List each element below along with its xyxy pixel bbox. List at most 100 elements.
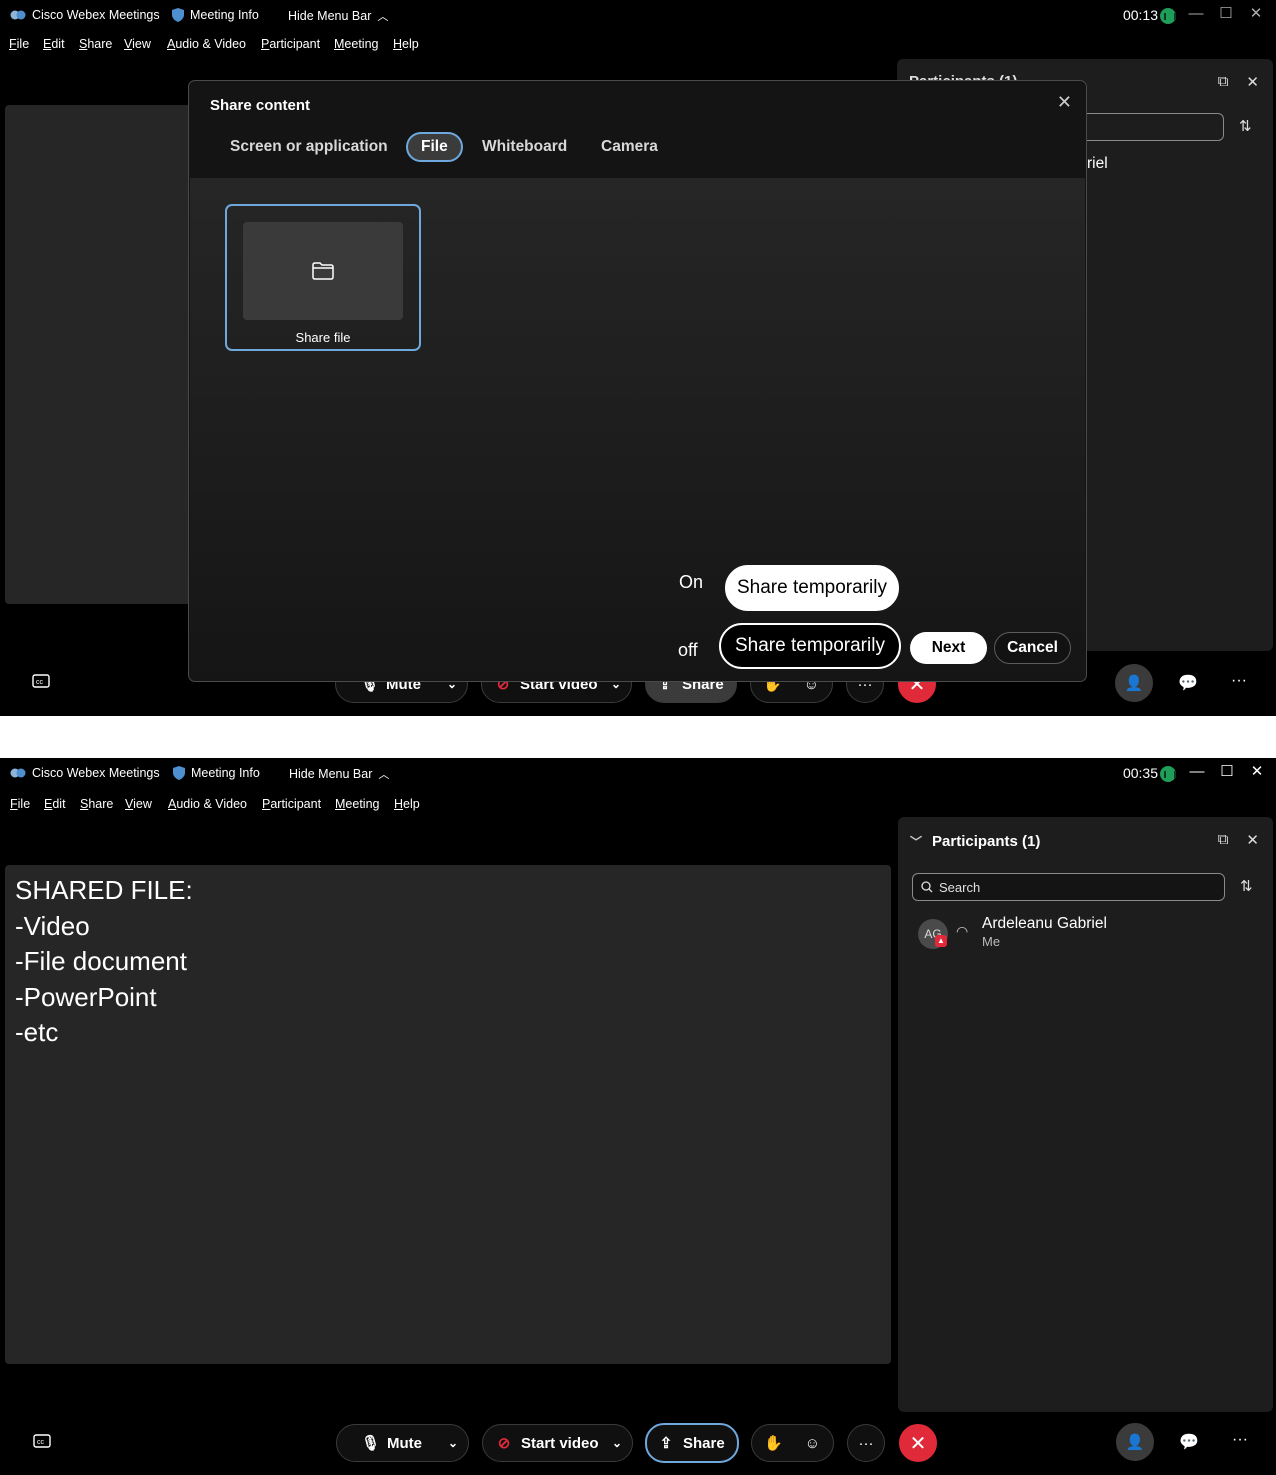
menu-share[interactable]: Share (80, 797, 113, 811)
minimize-icon[interactable]: — (1186, 4, 1206, 24)
menu-share[interactable]: Share (79, 37, 112, 51)
chat-icon[interactable]: 💬 (1178, 673, 1198, 693)
share-icon: ⇪ (659, 1435, 673, 1452)
popout-icon[interactable]: ⧉ (1218, 73, 1229, 91)
sort-icon[interactable]: ⇅ (1239, 117, 1252, 135)
sort-icon[interactable]: ⇅ (1240, 877, 1253, 895)
video-off-icon: ⊘ (497, 1435, 511, 1452)
menu-view[interactable]: View (125, 797, 152, 811)
menu-audio-video[interactable]: Audio & Video (167, 37, 246, 51)
shared-line: SHARED FILE: (15, 875, 193, 905)
menu-participant[interactable]: Participant (262, 797, 321, 811)
svg-text:cc: cc (37, 1439, 45, 1446)
next-button[interactable]: Next (910, 632, 987, 664)
popout-icon[interactable]: ⧉ (1218, 831, 1229, 849)
share-file-label: Share file (295, 330, 351, 345)
shared-line: -Video (15, 910, 90, 941)
webex-window-1: Cisco Webex Meetings Meeting Info Hide M… (0, 0, 1276, 716)
menu-help[interactable]: Help (393, 37, 419, 51)
participants-icon[interactable]: 👤 (1116, 1423, 1154, 1461)
participants-icon[interactable]: 👤 (1115, 664, 1153, 702)
captions-icon[interactable]: cc (32, 674, 50, 693)
app-title: Cisco Webex Meetings (10, 766, 160, 780)
tab-file[interactable]: File (406, 132, 463, 162)
hide-menu-bar-button[interactable]: Hide Menu Bar ︿ (289, 766, 389, 782)
close-window-icon[interactable]: ✕ (1247, 762, 1267, 782)
minimize-icon[interactable]: — (1187, 762, 1207, 782)
webex-logo-icon (10, 10, 26, 20)
menu-edit[interactable]: Edit (43, 37, 65, 51)
participant-name: Ardeleanu Gabriel (982, 915, 1107, 932)
menu-participant[interactable]: Participant (261, 37, 320, 51)
meeting-info-button[interactable]: Meeting Info (173, 766, 260, 780)
share-content-dialog: Share content ✕ Screen or application Fi… (188, 80, 1087, 682)
shield-icon (173, 766, 185, 780)
menu-file[interactable]: File (10, 797, 30, 811)
network-signal-icon (1160, 8, 1176, 24)
meeting-timer: 00:35 (1122, 765, 1158, 781)
start-video-button[interactable]: ⊘ Start video ⌄ (482, 1424, 633, 1462)
card-thumbnail (243, 222, 403, 320)
panel-icons: ⧉ ✕ (1218, 831, 1259, 849)
more-icon[interactable]: ··· (1232, 1431, 1248, 1449)
menu-edit[interactable]: Edit (44, 797, 66, 811)
shared-file-text: SHARED FILE: -Video -File document -Powe… (15, 873, 193, 1051)
sharing-badge-icon: ▲ (935, 935, 947, 947)
share-file-card[interactable]: Share file (225, 204, 421, 351)
chevron-up-icon: ︿ (378, 769, 390, 781)
app-title: Cisco Webex Meetings (10, 8, 160, 22)
title-bar: Cisco Webex Meetings Meeting Info Hide M… (0, 758, 1276, 790)
reactions-icon[interactable]: ☺ (805, 1435, 820, 1452)
tab-screen-or-application[interactable]: Screen or application (230, 132, 388, 162)
share-temporarily-off-toggle[interactable]: Share temporarily (719, 623, 901, 669)
webex-window-2: Cisco Webex Meetings Meeting Info Hide M… (0, 758, 1276, 1475)
shared-content-stage: SHARED FILE: -Video -File document -Powe… (5, 865, 891, 1364)
chevron-down-icon[interactable]: ⌄ (612, 1436, 622, 1450)
menu-help[interactable]: Help (394, 797, 420, 811)
shared-line: -etc (15, 1017, 59, 1047)
shared-line: -PowerPoint (15, 981, 157, 1012)
folder-icon (312, 262, 334, 280)
maximize-icon[interactable]: ☐ (1217, 762, 1237, 782)
close-dialog-icon[interactable]: ✕ (1057, 92, 1072, 113)
chevron-up-icon: ︿ (377, 11, 389, 23)
tab-camera[interactable]: Camera (601, 132, 658, 162)
raise-hand-icon[interactable]: ✋ (764, 1434, 783, 1452)
end-call-button[interactable]: ✕ (899, 1424, 937, 1462)
tab-whiteboard[interactable]: Whiteboard (482, 132, 567, 162)
participant-row[interactable]: AG ▲ ◠ Ardeleanu Gabriel Me (916, 915, 1246, 955)
reactions-group: ✋ ☺ (751, 1424, 834, 1462)
shared-line: -File document (15, 946, 187, 976)
close-panel-icon[interactable]: ✕ (1246, 73, 1259, 91)
captions-icon[interactable]: cc (33, 1434, 51, 1453)
hide-menu-bar-button[interactable]: Hide Menu Bar ︿ (288, 8, 388, 24)
maximize-icon[interactable]: ☐ (1216, 4, 1236, 24)
search-input[interactable]: Search (912, 873, 1225, 901)
participant-name: riel (1087, 155, 1108, 172)
more-icon[interactable]: ··· (1231, 672, 1247, 690)
title-bar: Cisco Webex Meetings Meeting Info Hide M… (0, 0, 1276, 32)
share-button[interactable]: ⇪ Share (645, 1423, 739, 1463)
headset-icon: ◠ (956, 923, 969, 939)
more-options-icon[interactable]: ··· (847, 1424, 885, 1462)
bottom-toolbar: cc 🎙 Mute ⌄ ⊘ Start video ⌄ ⇪ Share ✋ ☺ … (0, 1418, 1276, 1468)
menu-meeting[interactable]: Meeting (334, 37, 378, 51)
dialog-title: Share content (210, 97, 311, 114)
menu-view[interactable]: View (124, 37, 151, 51)
menu-file[interactable]: File (9, 37, 29, 51)
menu-meeting[interactable]: Meeting (335, 797, 379, 811)
close-window-icon[interactable]: ✕ (1246, 4, 1266, 24)
participant-role: Me (982, 934, 1001, 949)
shield-icon (172, 8, 184, 22)
svg-text:cc: cc (36, 679, 44, 686)
meeting-timer: 00:13 (1122, 7, 1158, 23)
close-panel-icon[interactable]: ✕ (1246, 831, 1259, 849)
share-temporarily-on-toggle[interactable]: Share temporarily (725, 565, 899, 611)
chat-icon[interactable]: 💬 (1179, 1432, 1199, 1452)
mute-button[interactable]: 🎙 Mute ⌄ (336, 1424, 469, 1462)
chevron-down-icon[interactable]: ⌄ (448, 1436, 458, 1450)
cancel-button[interactable]: Cancel (994, 632, 1071, 664)
menu-audio-video[interactable]: Audio & Video (168, 797, 247, 811)
meeting-info-button[interactable]: Meeting Info (172, 8, 259, 22)
participants-header[interactable]: ﹀ Participants (1) (910, 833, 1040, 850)
